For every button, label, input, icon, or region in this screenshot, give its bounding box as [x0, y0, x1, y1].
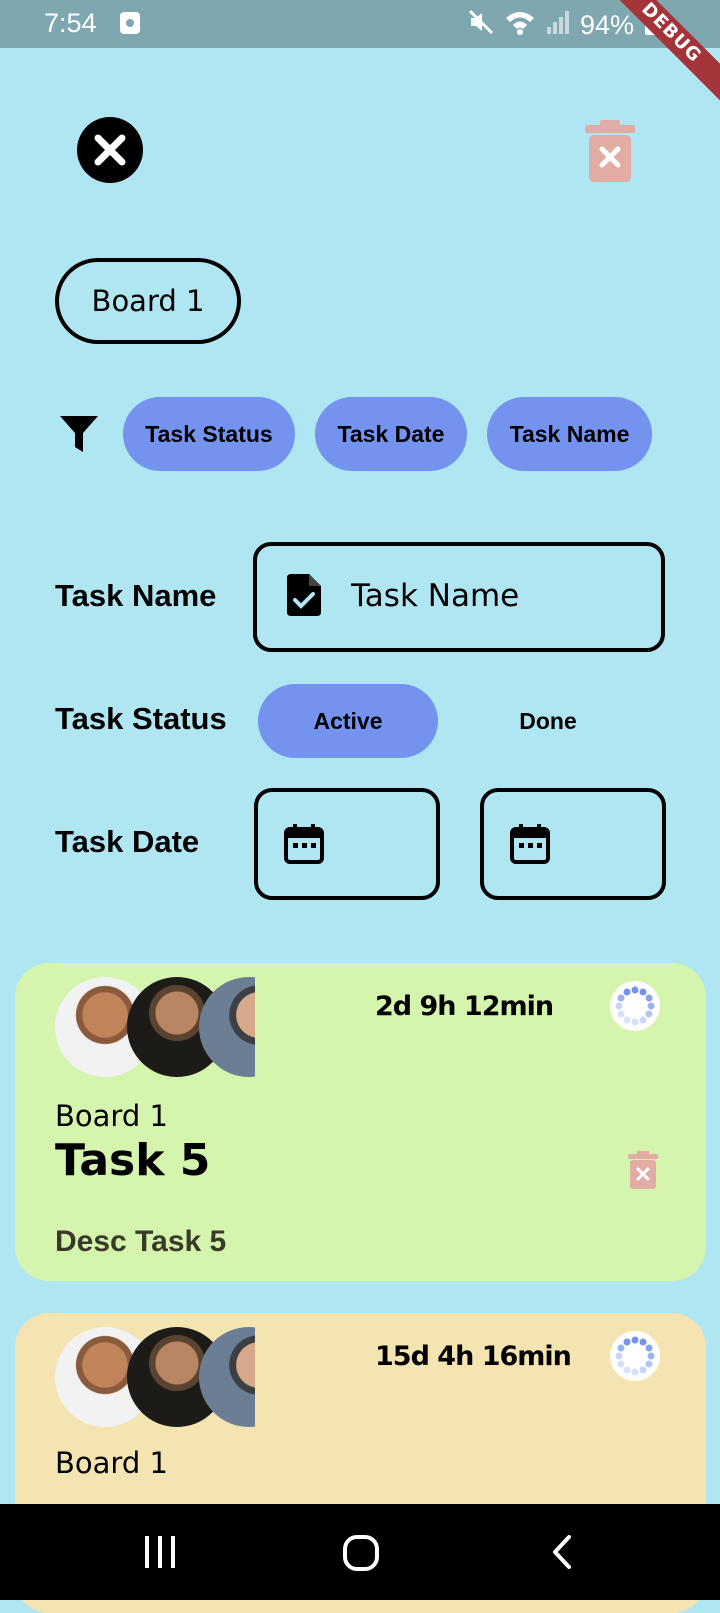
task-name-input[interactable] [351, 574, 641, 618]
task-name-field[interactable] [253, 542, 665, 652]
task-date-label: Task Date [55, 824, 200, 859]
trash-icon[interactable] [628, 1151, 658, 1189]
home-icon[interactable] [342, 1534, 380, 1572]
filter-chip-label: Task Name [509, 420, 630, 447]
close-button[interactable] [77, 117, 143, 183]
filter-chip-task-status[interactable]: Task Status [123, 397, 295, 471]
end-date-field[interactable] [480, 788, 666, 900]
app-notification-icon [120, 12, 140, 34]
status-option-active[interactable]: Active [258, 684, 438, 758]
status-option-done[interactable]: Done [468, 684, 628, 758]
status-time: 7:54 [44, 8, 97, 38]
task-status-label: Task Status [55, 701, 227, 736]
member-avatars [55, 1327, 255, 1427]
loading-progress-icon [610, 1331, 660, 1381]
loading-progress-icon [610, 981, 660, 1031]
task-timer: 2d 9h 12min [375, 991, 554, 1022]
document-check-icon [287, 574, 321, 616]
wifi-icon [504, 9, 536, 42]
status-icons: 94% [468, 8, 660, 43]
system-navigation-bar [0, 1504, 720, 1600]
card-title: Task 5 [55, 1135, 211, 1186]
recent-apps-icon[interactable] [142, 1534, 178, 1570]
filter-chip-label: Task Status [145, 420, 273, 447]
status-bar: 7:54 94% DEBUG [0, 0, 720, 110]
card-board-name: Board 1 [55, 1099, 168, 1133]
signal-icon [546, 9, 570, 42]
filter-chip-task-name[interactable]: Task Name [487, 397, 652, 471]
board-chip-label: Board 1 [91, 284, 205, 318]
card-description: Desc Task 5 [55, 1225, 227, 1258]
status-option-label: Done [519, 707, 577, 734]
card-board-name: Board 1 [55, 1446, 168, 1480]
trash-icon[interactable] [585, 120, 635, 182]
calendar-icon [510, 824, 550, 864]
task-card[interactable]: 2d 9h 12min Board 1 Task 5 Desc Task 5 [15, 963, 706, 1281]
filter-chip-label: Task Date [337, 420, 445, 447]
task-name-label: Task Name [55, 578, 217, 613]
start-date-field[interactable] [254, 788, 440, 900]
filter-chip-task-date[interactable]: Task Date [315, 397, 467, 471]
mute-icon [468, 9, 494, 42]
board-chip[interactable]: Board 1 [55, 258, 241, 344]
task-timer: 15d 4h 16min [375, 1341, 572, 1372]
close-icon [94, 134, 126, 166]
status-option-label: Active [313, 707, 383, 734]
back-icon[interactable] [550, 1534, 574, 1570]
calendar-icon [284, 824, 324, 864]
member-avatars [55, 977, 255, 1077]
filter-icon[interactable] [60, 416, 98, 452]
battery-level: 94% [579, 10, 634, 40]
